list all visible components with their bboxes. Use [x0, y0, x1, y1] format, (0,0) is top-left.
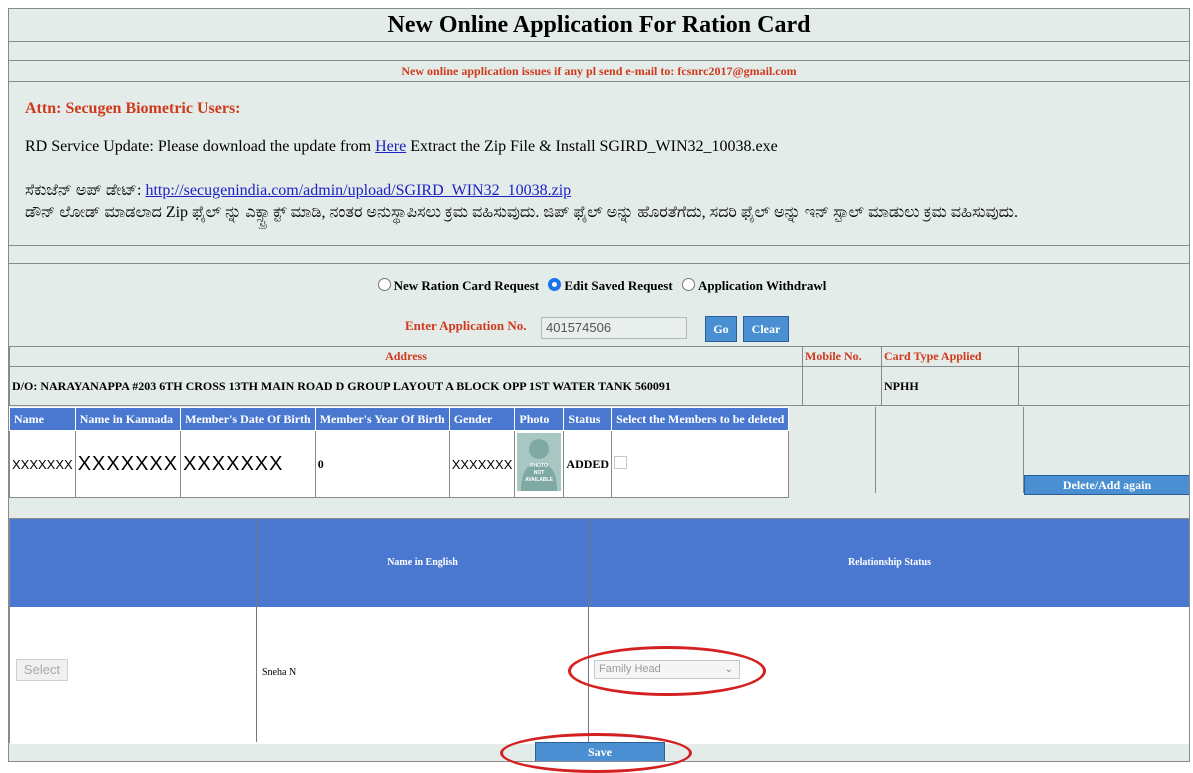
radio-withdrawal[interactable] [681, 278, 695, 291]
radio-new-request[interactable] [377, 278, 391, 291]
divider [9, 245, 1189, 246]
attn-heading: Attn: Secugen Biometric Users: [25, 100, 241, 117]
divider [588, 519, 589, 742]
download-link[interactable]: http://secugenindia.com/admin/upload/SGI… [145, 182, 571, 199]
update-line: RD Service Update: Please download the u… [25, 138, 778, 156]
highlight-oval [568, 646, 766, 696]
email-notice: New online application issues if any pl … [401, 64, 797, 78]
clear-button[interactable]: Clear [743, 316, 789, 342]
application-form: New Online Application For Ration Card N… [8, 8, 1190, 762]
mobile-header: Mobile No. [802, 346, 882, 367]
application-number-label: Enter Application No. [405, 318, 527, 333]
photo-placeholder-icon: PHOTO NOT AVAILABLE [517, 433, 562, 491]
address-table: Address Mobile No. Card Type Applied D/O… [9, 346, 1189, 406]
member-delete-checkbox[interactable] [614, 455, 628, 469]
member-english-name: Sneha N [262, 667, 297, 678]
svg-text:PHOTO: PHOTO [531, 463, 549, 469]
kannada-label: ಸೆಕುಜೆನ್ ಅಪ್ ಡೇಟ್: [25, 182, 142, 199]
page-title: New Online Application For Ration Card [387, 12, 811, 38]
member-yob: 0 [314, 430, 450, 498]
member-photo: PHOTO NOT AVAILABLE [514, 430, 565, 498]
address-value: D/O: NARAYANAPPA #203 6TH CROSS 13TH MAI… [9, 366, 803, 406]
empty-cell [1018, 346, 1189, 367]
relationship-header: Name in English Relationship Status [10, 519, 1189, 607]
members-table: Name Name in Kannada Member's Date Of Bi… [9, 407, 790, 498]
name-english-header: Name in English [387, 557, 458, 568]
radio-withdrawal-label: Application Withdrawl [697, 278, 827, 293]
member-gender: XXXXXXX [448, 430, 516, 498]
col-status: Status [563, 407, 613, 431]
relationship-table: Name in English Relationship Status Sele… [9, 518, 1189, 744]
radio-edit-request[interactable] [548, 278, 562, 291]
member-select-cell [611, 430, 790, 498]
member-name-kannada: XXXXXXX [74, 430, 182, 498]
request-type-group: New Ration Card Request Edit Saved Reque… [9, 273, 1189, 299]
member-name: XXXXXXX [9, 430, 76, 498]
svg-text:AVAILABLE: AVAILABLE [525, 477, 554, 483]
select-button[interactable]: Select [16, 659, 68, 681]
go-button[interactable]: Go [705, 316, 737, 342]
address-header: Address [9, 346, 803, 367]
col-gender: Gender [448, 407, 516, 431]
radio-edit-request-label: Edit Saved Request [564, 278, 673, 293]
kannada-update-line: ಸೆಕುಜೆನ್ ಅಪ್ ಡೇಟ್: http://secugenindia.c… [25, 182, 571, 200]
col-name-kannada: Name in Kannada [74, 407, 182, 431]
col-photo: Photo [514, 407, 565, 431]
kannada-instructions: ಡೌನ್ ಲೋಡ್ ಮಾಡಲಾದ Zip ಫೈಲ್ ನ್ನು ಎಕ್ಸ್ಟ್ರಾ… [25, 204, 1019, 221]
highlight-oval [500, 733, 692, 773]
card-type-header: Card Type Applied [881, 346, 1019, 367]
col-select-delete: Select the Members to be deleted [611, 407, 790, 431]
member-dob: XXXXXXX [180, 430, 316, 498]
here-link[interactable]: Here [375, 138, 406, 155]
svg-text:NOT: NOT [534, 470, 545, 476]
col-yob: Member's Year Of Birth [314, 407, 450, 431]
update-prefix: RD Service Update: Please download the u… [25, 138, 372, 155]
application-number-input[interactable]: 401574506 [541, 317, 687, 339]
divider [9, 41, 1189, 42]
col-dob: Member's Date Of Birth [180, 407, 316, 431]
empty-cell [1018, 366, 1189, 406]
col-name: Name [9, 407, 76, 431]
divider [9, 263, 1189, 264]
delete-add-again-button[interactable]: Delete/Add again [1024, 475, 1189, 495]
card-type-value: NPHH [881, 366, 1019, 406]
radio-new-request-label: New Ration Card Request [393, 278, 540, 293]
mobile-value [802, 366, 882, 406]
divider [875, 407, 876, 493]
divider [256, 519, 257, 742]
relationship-status-header: Relationship Status [847, 557, 932, 568]
update-suffix: Extract the Zip File & Install SGIRD_WIN… [410, 138, 778, 155]
divider [9, 81, 1189, 82]
member-status: ADDED [563, 430, 613, 498]
members-header-row: Name Name in Kannada Member's Date Of Bi… [9, 407, 790, 431]
table-row: XXXXXXX XXXXXXX XXXXXXX 0 XXXXXXX PHOTO … [9, 430, 790, 498]
